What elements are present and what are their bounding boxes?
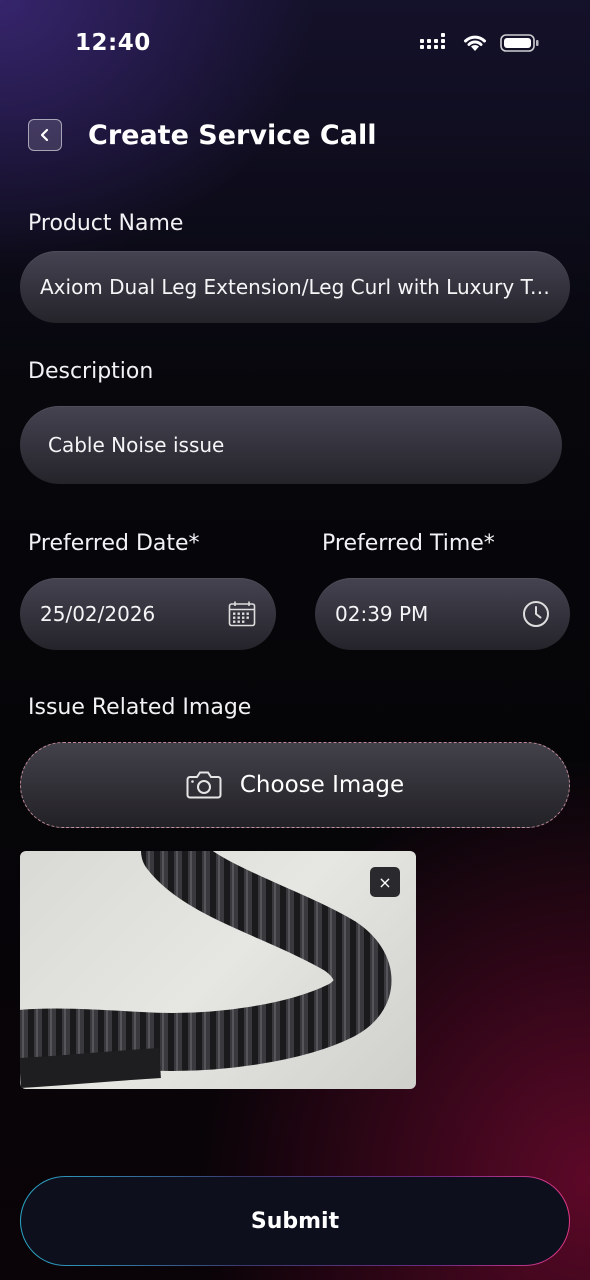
description-value: Cable Noise issue [48, 433, 225, 457]
status-time: 12:40 [75, 30, 151, 56]
status-icons [420, 33, 540, 57]
issue-image-label: Issue Related Image [28, 695, 252, 720]
product-name-label: Product Name [28, 211, 184, 236]
chevron-left-icon [38, 128, 52, 142]
clock-icon[interactable] [522, 600, 550, 628]
status-bar: 12:40 [0, 0, 590, 90]
preferred-date-value: 25/02/2026 [40, 602, 156, 626]
product-name-value: Axiom Dual Leg Extension/Leg Curl with L… [40, 275, 550, 299]
choose-image-button[interactable]: Choose Image [20, 742, 570, 828]
product-name-field[interactable]: Axiom Dual Leg Extension/Leg Curl with L… [20, 251, 570, 323]
preferred-time-value: 02:39 PM [335, 602, 429, 626]
preferred-time-field[interactable]: 02:39 PM [315, 578, 570, 650]
wifi-icon [462, 33, 488, 57]
camera-icon [186, 770, 222, 800]
issue-image-thumbnail: × [20, 851, 416, 1089]
back-button[interactable] [28, 119, 62, 151]
close-icon: × [378, 872, 392, 892]
preferred-date-label: Preferred Date* [28, 531, 200, 556]
calendar-icon[interactable] [228, 601, 256, 627]
header: Create Service Call [28, 115, 562, 155]
page-title: Create Service Call [88, 119, 377, 151]
signal-icon [420, 33, 450, 57]
battery-icon [500, 33, 540, 57]
coiled-cable-image [20, 851, 392, 1088]
description-field[interactable]: Cable Noise issue [20, 406, 562, 484]
choose-image-label: Choose Image [239, 772, 405, 798]
description-label: Description [28, 359, 154, 384]
submit-button[interactable]: Submit [20, 1176, 570, 1266]
preferred-date-field[interactable]: 25/02/2026 [20, 578, 276, 650]
remove-image-button[interactable]: × [370, 867, 400, 897]
preferred-time-label: Preferred Time* [322, 531, 495, 556]
